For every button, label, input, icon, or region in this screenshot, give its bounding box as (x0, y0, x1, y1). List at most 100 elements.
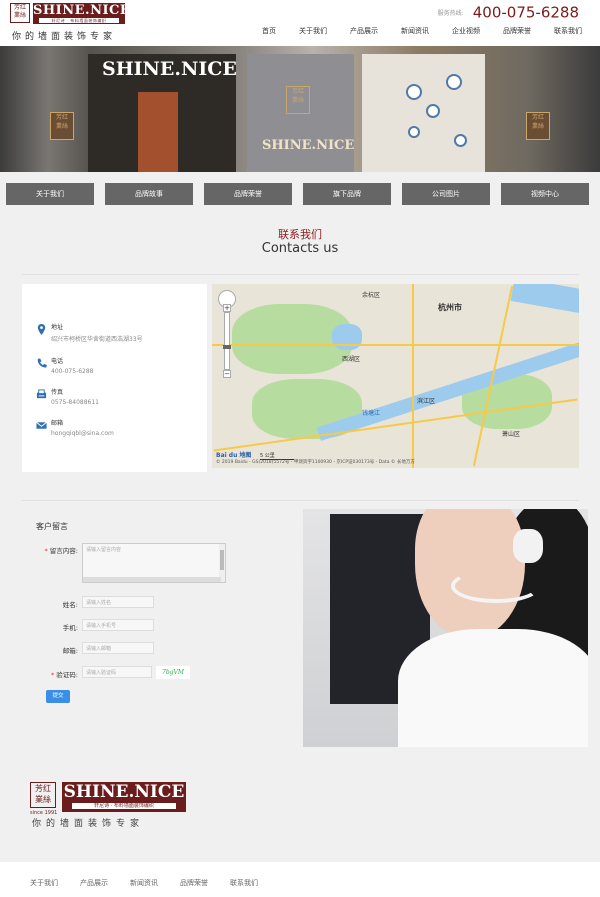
photo-headset-mic (451, 569, 541, 603)
banner-seal-left: 芳红 業絲 (50, 112, 74, 140)
banner-shelf (138, 92, 178, 172)
nav-products[interactable]: 产品展示 (350, 26, 378, 36)
message-label: * 留言内容: (44, 547, 78, 555)
footer-nav-contact[interactable]: 联系我们 (230, 878, 258, 888)
contact-phone-label: 电话 (51, 358, 64, 365)
banner-sign-center: SHINE.NICE (262, 138, 355, 153)
decor-plate (426, 104, 440, 118)
fax-icon (36, 389, 47, 399)
map-road (412, 284, 414, 468)
map-zoom-out-button[interactable]: − (223, 370, 231, 378)
footer-nav-honors[interactable]: 品牌荣誉 (180, 878, 208, 888)
contact-fax-label: 传真 (51, 389, 64, 396)
banner-seal-right: 芳红 業絲 (526, 112, 550, 140)
banner-seal-center: 芳红 業絲 (286, 86, 310, 114)
textarea-hscrollbar[interactable] (83, 577, 221, 582)
map-place-label: 钱塘江 (362, 410, 381, 417)
message-label-text: 留言内容: (49, 547, 78, 555)
captcha-label: * 验证码: (50, 671, 78, 679)
contact-info-box: 地址 绍兴市柯桥区华舍街道西浩湖33号 电话 400-075-6288 传真 0… (22, 284, 207, 472)
map-road (212, 344, 579, 346)
logo-slogan: 你的墙面装饰专家 (12, 32, 117, 42)
map-zoom-knob[interactable] (223, 345, 231, 349)
captcha-image[interactable]: 7bgVM (156, 666, 190, 679)
mail-icon (36, 421, 47, 429)
section-title-cn: 联系我们 (278, 228, 322, 241)
quick-link-brands[interactable]: 旗下品牌 (303, 183, 391, 205)
nav-home[interactable]: 首页 (262, 26, 276, 36)
contact-address-value: 绍兴市柯桥区华舍街道西浩湖33号 (51, 336, 143, 343)
map-zoom-in-button[interactable]: + (223, 304, 231, 312)
decor-plate (406, 84, 422, 100)
location-pin-icon (37, 324, 46, 335)
section-title-en: Contacts us (261, 241, 339, 256)
phone-input[interactable]: 请输入手机号 (82, 619, 154, 631)
header: 芳红 業絲 SHINE.NICE 轩尼诗 · 布料墙面装饰编织 你的墙面装饰专家 … (0, 0, 600, 46)
map-west-lake (332, 324, 362, 350)
photo-headset-ear (513, 529, 543, 563)
nav-news[interactable]: 新闻资讯 (401, 26, 429, 36)
logo-brand-subtitle: 轩尼诗 · 布料墙面装饰编织 (39, 18, 119, 23)
phone-label: 手机: (62, 624, 78, 632)
footer-logo[interactable]: 芳红 業絲 SHINE.NICE 轩尼诗 · 布料墙面装饰编织 since 199… (30, 782, 190, 832)
nav-contact[interactable]: 联系我们 (554, 26, 582, 36)
nav-about[interactable]: 关于我们 (299, 26, 327, 36)
header-logo[interactable]: 芳红 業絲 SHINE.NICE 轩尼诗 · 布料墙面装饰编织 你的墙面装饰专家 (10, 3, 130, 42)
footer-slogan: 你的墙面装饰专家 (32, 819, 145, 829)
quick-link-about[interactable]: 关于我们 (6, 183, 94, 205)
captcha-label-text: 验证码: (56, 671, 78, 679)
divider (22, 500, 579, 501)
submit-button[interactable]: 提交 (46, 690, 70, 703)
hotline: 服务热线: 400-075-6288 (438, 2, 579, 22)
logo-seal: 芳红 業絲 (10, 3, 30, 23)
map-river (510, 284, 579, 315)
decor-plate (454, 134, 467, 147)
name-label: 姓名: (62, 601, 78, 609)
map-zoom-slider[interactable] (223, 312, 231, 370)
hotline-label: 服务热线: (437, 10, 464, 17)
footer-brand-subtitle: 轩尼诗 · 布料墙面装饰编织 (72, 803, 176, 809)
map-city-label: 杭州市 (438, 303, 462, 312)
footer-brand-name: SHINE.NICE (63, 782, 185, 802)
name-input[interactable]: 请输入姓名 (82, 596, 154, 608)
captcha-input[interactable]: 请输入验证码 (82, 666, 152, 678)
customer-service-photo (303, 509, 588, 747)
map-copyright: © 2019 Baidu - GS(2018)5572号 - 甲测资字11009… (216, 460, 415, 465)
footer-nav: 关于我们 产品展示 新闻资讯 品牌荣誉 联系我们 (30, 878, 280, 888)
quick-link-honors[interactable]: 品牌荣誉 (204, 183, 292, 205)
map-place-label: 余杭区 (362, 292, 381, 299)
footer-logo-seal: 芳红 業絲 (30, 782, 56, 808)
map-provider-logo: Bai du 地图 (216, 452, 252, 459)
nav-honors[interactable]: 品牌荣誉 (503, 26, 531, 36)
photo-shirt (398, 629, 588, 747)
baidu-map[interactable]: 杭州市 西湖区 滨江区 萧山区 余杭区 钱塘江 + − Bai du 地图 5 … (212, 284, 579, 468)
contact-email-label: 邮箱 (51, 420, 64, 427)
logo-brand-name: SHINE.NICE (33, 3, 131, 18)
quick-link-videos[interactable]: 视频中心 (501, 183, 589, 205)
phone-icon (37, 358, 47, 368)
store-banner: SHINE.NICE SHINE.NICE 芳红 業絲 芳红 業絲 芳红 業絲 (0, 46, 600, 172)
footer-nav-news[interactable]: 新闻资讯 (130, 878, 158, 888)
footer-logo-brand: SHINE.NICE 轩尼诗 · 布料墙面装饰编织 (62, 782, 186, 812)
message-placeholder: 请输入留言内容 (86, 547, 122, 553)
logo-brand: SHINE.NICE 轩尼诗 · 布料墙面装饰编织 (33, 3, 130, 24)
contact-email-value[interactable]: hongqiqbl@sina.com (51, 430, 114, 437)
email-input[interactable]: 请输入邮箱 (82, 642, 154, 654)
message-textarea[interactable]: 请输入留言内容 (82, 543, 226, 583)
footer-nav-products[interactable]: 产品展示 (80, 878, 108, 888)
hotline-number: 400-075-6288 (472, 3, 579, 22)
nav-video[interactable]: 企业视频 (452, 26, 480, 36)
decor-plate (446, 74, 462, 90)
decor-plate (408, 126, 420, 138)
map-place-label: 滨江区 (417, 398, 436, 405)
footer-nav-about[interactable]: 关于我们 (30, 878, 58, 888)
divider (22, 274, 579, 275)
contact-fax-value: 0575-84088611 (51, 399, 99, 406)
quick-link-photos[interactable]: 公司图片 (402, 183, 490, 205)
textarea-vscroll-thumb[interactable] (220, 550, 224, 570)
contact-address-label: 地址 (51, 324, 64, 331)
banner-sign-top: SHINE.NICE (102, 58, 237, 80)
quick-link-story[interactable]: 品牌故事 (105, 183, 193, 205)
email-label: 邮箱: (62, 647, 78, 655)
map-place-label: 萧山区 (502, 431, 521, 438)
